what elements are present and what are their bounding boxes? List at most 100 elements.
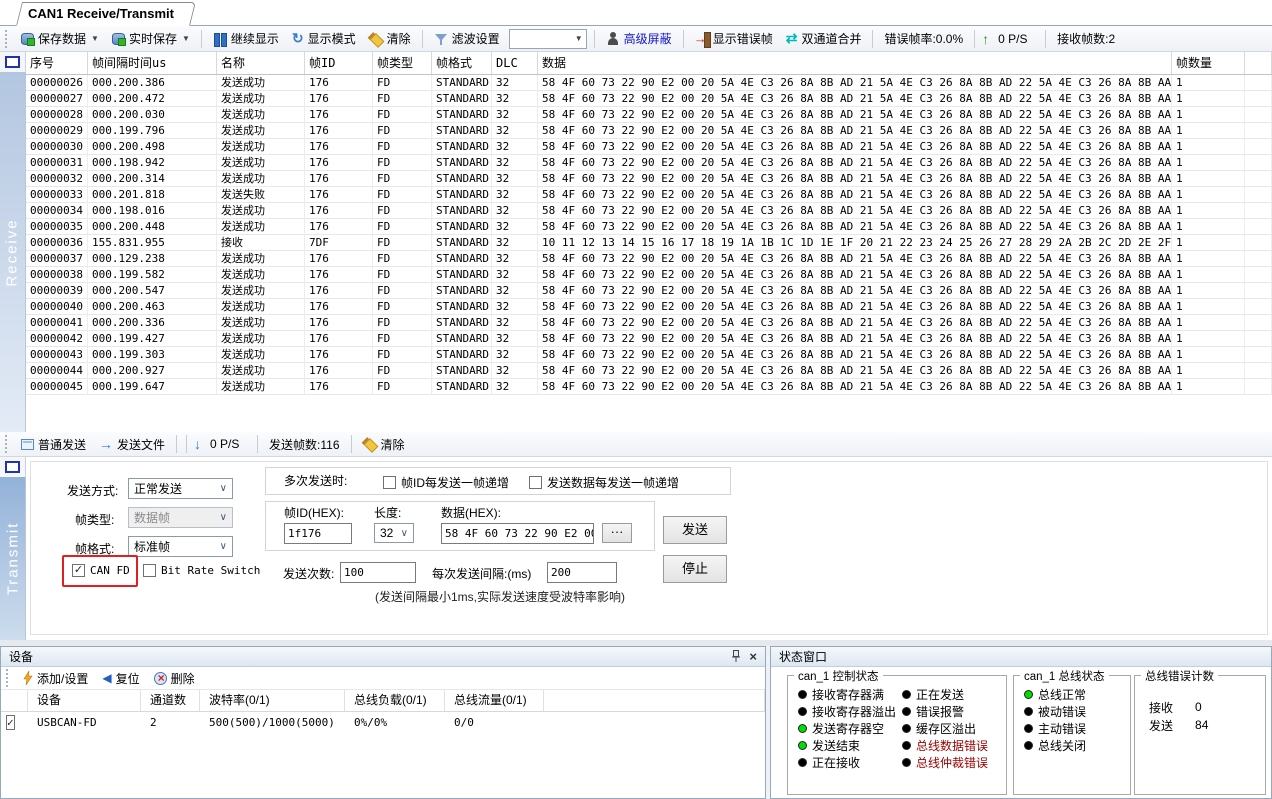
send-file-button[interactable]: → 发送文件 (95, 434, 169, 455)
length-combobox[interactable]: 32 ∨ (374, 523, 414, 543)
device-name-cell: USBCAN-FD (28, 712, 141, 735)
status-label: 错误报警 (916, 703, 964, 720)
control-status-group: can_1 控制状态 接收寄存器满接收寄存器溢出发送寄存器空发送结束正在接收 正… (787, 675, 1007, 795)
filter-combobox[interactable]: ▼ (509, 29, 587, 49)
send-mode-combobox[interactable]: 正常发送 ∨ (128, 478, 233, 499)
table-row[interactable]: 00000029000.199.796发送成功176FDSTANDARD3258… (26, 123, 1272, 139)
column-header[interactable]: 帧ID (305, 52, 373, 74)
panel-restore-button[interactable] (0, 457, 26, 477)
normal-send-button[interactable]: 普通发送 (17, 434, 90, 455)
table-row[interactable]: 00000042000.199.427发送成功176FDSTANDARD3258… (26, 331, 1272, 347)
error-rx-value: 0 (1195, 700, 1202, 714)
status-item: 被动错误 (1024, 703, 1086, 720)
column-header[interactable]: 帧类型 (373, 52, 432, 74)
table-row[interactable]: 00000026000.200.386发送成功176FDSTANDARD3258… (26, 75, 1272, 91)
pin-icon[interactable] (731, 650, 741, 663)
delete-icon (154, 672, 167, 685)
toolbar-grip[interactable] (6, 669, 10, 687)
broom-icon (363, 437, 377, 451)
receive-tab-strip[interactable]: Receive (0, 72, 26, 432)
table-row[interactable]: 00000035000.200.448发送成功176FDSTANDARD3258… (26, 219, 1272, 235)
bit-rate-switch-checkbox[interactable]: Bit Rate Switch (143, 564, 260, 577)
column-header[interactable]: 帧格式 (432, 52, 492, 74)
transmit-side-strip: Transmit (0, 457, 26, 640)
show-error-frames-button[interactable]: 显示错误帧 (691, 28, 777, 49)
more-data-button[interactable]: ··· (602, 523, 632, 543)
status-label: 接收寄存器溢出 (812, 703, 896, 720)
send-times-label: 发送次数: (283, 564, 334, 584)
table-row[interactable]: 00000040000.200.463发送成功176FDSTANDARD3258… (26, 299, 1272, 315)
column-header[interactable]: 名称 (217, 52, 305, 74)
advanced-mask-button[interactable]: 高级屏蔽 (602, 28, 676, 49)
refresh-icon: ↻ (292, 30, 304, 47)
filter-settings-label: 滤波设置 (452, 30, 500, 47)
device-table-header[interactable]: 设备 通道数 波特率(0/1) 总线负载(0/1) 总线流量(0/1) (1, 690, 765, 712)
increment-id-label: 帧ID每发送一帧递增 (401, 474, 509, 491)
realtime-save-button[interactable]: 实时保存 ▼ (108, 28, 194, 49)
display-mode-button[interactable]: ↻ 显示模式 (288, 28, 360, 49)
delete-button[interactable]: 删除 (150, 668, 199, 689)
transmit-clear-button[interactable]: 清除 (359, 434, 409, 455)
column-header[interactable]: DLC (492, 52, 538, 74)
interval-input[interactable]: 200 (547, 562, 617, 583)
separator (201, 30, 202, 48)
frame-format-combobox[interactable]: 标准帧 ∨ (128, 536, 233, 557)
table-row[interactable]: 00000038000.199.582发送成功176FDSTANDARD3258… (26, 267, 1272, 283)
table-row[interactable]: 00000027000.200.472发送成功176FDSTANDARD3258… (26, 91, 1272, 107)
table-row[interactable]: 00000039000.200.547发送成功176FDSTANDARD3258… (26, 283, 1272, 299)
column-header[interactable]: 帧间隔时间us (88, 52, 217, 74)
multi-send-group: 多次发送时: 帧ID每发送一帧递增 发送数据每发送一帧递增 (265, 467, 731, 495)
device-checkbox[interactable]: ✓ (6, 715, 15, 730)
toolbar-grip[interactable] (5, 435, 9, 453)
table-row[interactable]: 00000041000.200.336发送成功176FDSTANDARD3258… (26, 315, 1272, 331)
reset-button[interactable]: ◀ 复位 (98, 668, 143, 689)
receive-table-header[interactable]: 序号帧间隔时间us名称帧ID帧类型帧格式DLC数据帧数量 (26, 52, 1272, 75)
tab-can1-receive-transmit[interactable]: CAN1 Receive/Transmit (16, 2, 190, 26)
send-times-input[interactable]: 100 (340, 562, 416, 583)
add-config-button[interactable]: 添加/设置 (19, 668, 92, 689)
separator (974, 30, 975, 48)
close-icon[interactable]: × (749, 651, 757, 663)
table-row[interactable]: 00000031000.198.942发送成功176FDSTANDARD3258… (26, 155, 1272, 171)
panel-restore-button[interactable] (0, 52, 26, 72)
table-row[interactable]: 00000044000.200.927发送成功176FDSTANDARD3258… (26, 363, 1272, 379)
led-icon (902, 758, 911, 767)
status-label: 总线仲裁错误 (916, 754, 988, 771)
toolbar-grip[interactable] (5, 30, 9, 48)
table-row[interactable]: 00000034000.198.016发送成功176FDSTANDARD3258… (26, 203, 1272, 219)
table-row[interactable]: 00000033000.201.818发送失败176FDSTANDARD3258… (26, 187, 1272, 203)
frame-type-combobox[interactable]: 数据帧 ∨ (128, 507, 233, 528)
led-icon (798, 741, 807, 750)
column-header[interactable]: 序号 (26, 52, 88, 74)
transmit-tab-strip[interactable]: Transmit (0, 477, 26, 640)
canfd-checkbox[interactable]: ✓ CAN FD (72, 564, 130, 577)
device-row[interactable]: ✓ USBCAN-FD 2 500(500)/1000(5000) 0%/0% … (1, 712, 765, 735)
clear-button[interactable]: 清除 (365, 28, 415, 49)
separator (683, 30, 684, 48)
data-hex-input[interactable]: 58 4F 60 73 22 90 E2 00 2 (441, 523, 594, 544)
table-row[interactable]: 00000043000.199.303发送成功176FDSTANDARD3258… (26, 347, 1272, 363)
column-header[interactable]: 帧数量 (1172, 52, 1245, 74)
increment-data-checkbox[interactable]: 发送数据每发送一帧递增 (529, 474, 679, 491)
continue-display-button[interactable]: 继续显示 (209, 28, 283, 49)
device-toolbar: 添加/设置 ◀ 复位 删除 (1, 667, 765, 690)
table-row[interactable]: 00000030000.200.498发送成功176FDSTANDARD3258… (26, 139, 1272, 155)
device-flow-cell: 0/0 (445, 712, 544, 735)
save-icon (21, 33, 34, 45)
table-row[interactable]: 00000036155.831.955接收7DFFDSTANDARD3210 1… (26, 235, 1272, 251)
device-panel: 设备 × 添加/设置 ◀ 复位 删除 设备 通道数 波特率(0/1) 总线负载(… (0, 646, 766, 799)
save-data-button[interactable]: 保存数据 ▼ (17, 28, 103, 49)
frame-type-label: 帧类型: (75, 510, 114, 530)
column-header[interactable]: 数据 (538, 52, 1172, 74)
send-button[interactable]: 发送 (663, 516, 727, 544)
frame-id-input[interactable]: 1f176 (284, 523, 352, 544)
control-status-title: can_1 控制状态 (794, 668, 883, 684)
dual-channel-merge-button[interactable]: ⇄ 双通道合并 (782, 28, 866, 49)
table-row[interactable]: 00000037000.129.238发送成功176FDSTANDARD3258… (26, 251, 1272, 267)
table-row[interactable]: 00000045000.199.647发送成功176FDSTANDARD3258… (26, 379, 1272, 395)
stop-button[interactable]: 停止 (663, 555, 727, 583)
table-row[interactable]: 00000028000.200.030发送成功176FDSTANDARD3258… (26, 107, 1272, 123)
table-row[interactable]: 00000032000.200.314发送成功176FDSTANDARD3258… (26, 171, 1272, 187)
increment-id-checkbox[interactable]: 帧ID每发送一帧递增 (383, 474, 509, 491)
filter-settings-button[interactable]: 滤波设置 (430, 28, 504, 49)
